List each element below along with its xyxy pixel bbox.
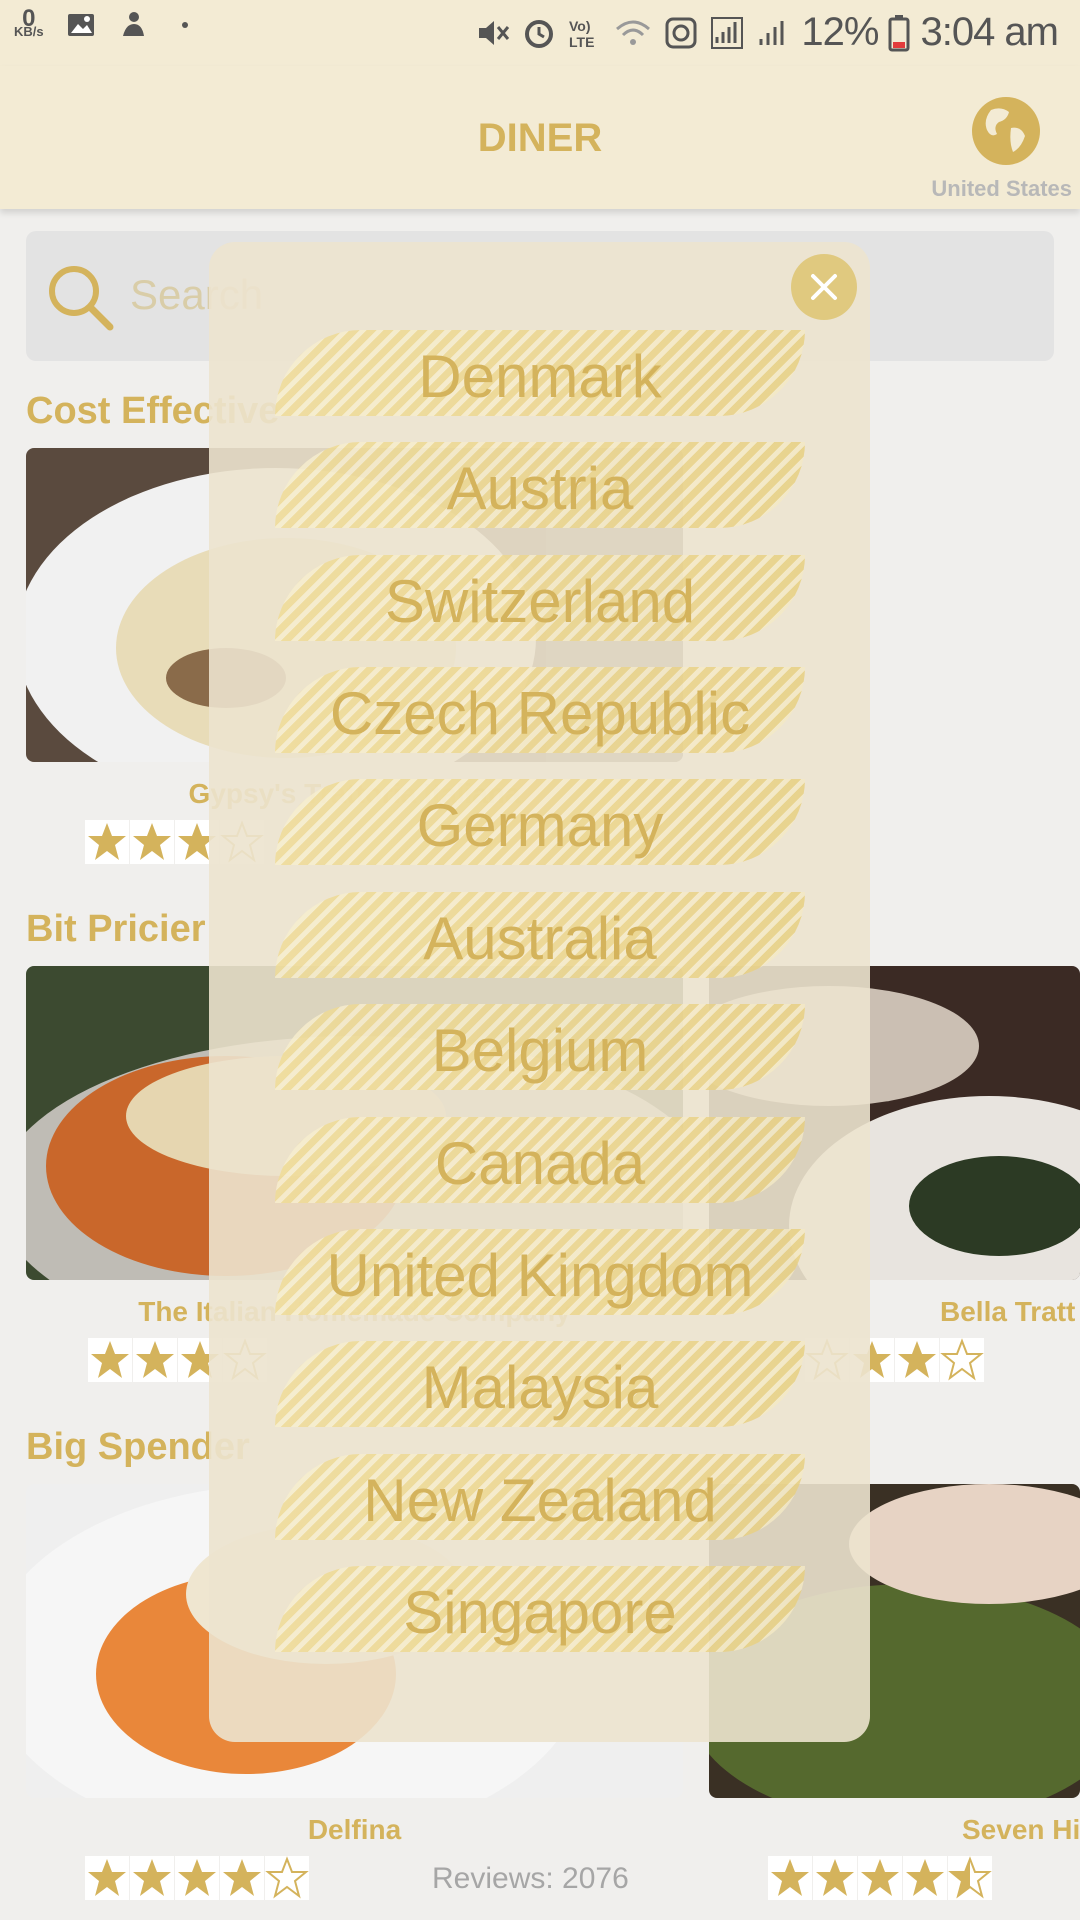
clock: 3:04 am bbox=[920, 10, 1059, 54]
alarm-icon bbox=[525, 19, 554, 48]
country-option-united-kingdom[interactable]: United Kingdom bbox=[275, 1229, 805, 1315]
mute-icon bbox=[479, 20, 510, 45]
globe-icon[interactable] bbox=[971, 96, 1041, 166]
country-label: Germany bbox=[416, 792, 664, 859]
svg-text:Vo): Vo) bbox=[569, 18, 591, 34]
country-label: Czech Republic bbox=[329, 680, 751, 747]
app-header: DINER United States bbox=[0, 66, 1080, 209]
network-speed-unit: KB/s bbox=[14, 24, 44, 39]
close-icon bbox=[811, 274, 837, 300]
region-label[interactable]: United States bbox=[931, 176, 1072, 202]
country-label: Austria bbox=[446, 455, 634, 522]
status-left: 0 KB/s bbox=[14, 7, 200, 40]
country-option-canada[interactable]: Canada bbox=[275, 1117, 805, 1203]
country-label: Malaysia bbox=[421, 1354, 659, 1421]
country-option-singapore[interactable]: Singapore bbox=[275, 1566, 805, 1652]
app-icon bbox=[122, 12, 144, 36]
country-label: New Zealand bbox=[363, 1467, 717, 1534]
country-option-switzerland[interactable]: Switzerland bbox=[275, 555, 805, 641]
app-title: DINER bbox=[477, 116, 603, 160]
country-option-germany[interactable]: Germany bbox=[275, 779, 805, 865]
svg-text:LTE: LTE bbox=[569, 34, 594, 50]
image-icon bbox=[67, 14, 94, 36]
country-label: Singapore bbox=[403, 1579, 677, 1646]
data-saver-icon bbox=[665, 17, 697, 48]
country-option-austria[interactable]: Austria bbox=[275, 442, 805, 528]
volte-icon: Vo)LTE bbox=[569, 18, 594, 50]
country-option-denmark[interactable]: Denmark bbox=[275, 330, 805, 416]
close-button[interactable] bbox=[791, 254, 857, 320]
signal-2-icon bbox=[759, 20, 784, 45]
dot-icon bbox=[181, 22, 188, 28]
country-label: United Kingdom bbox=[326, 1242, 754, 1309]
battery-icon bbox=[888, 14, 910, 51]
country-label: Denmark bbox=[418, 343, 662, 410]
country-label: Canada bbox=[434, 1130, 646, 1197]
country-picker-dialog: Denmark Austria Switzerland Czech Republ… bbox=[209, 242, 870, 1742]
battery-percent: 12% bbox=[801, 10, 879, 54]
status-right: Vo) LTE 12% 3:04 am bbox=[475, 10, 1059, 55]
wifi-icon bbox=[616, 20, 651, 45]
country-label: Switzerland bbox=[384, 568, 696, 635]
country-option-new-zealand[interactable]: New Zealand bbox=[275, 1454, 805, 1540]
status-bar: 0 KB/s Vo) LTE 12% 3:04 am bbox=[0, 0, 1080, 66]
country-label: Belgium bbox=[431, 1017, 649, 1084]
country-option-belgium[interactable]: Belgium bbox=[275, 1004, 805, 1090]
country-option-czech-republic[interactable]: Czech Republic bbox=[275, 667, 805, 753]
network-speed: 0 KB/s bbox=[14, 7, 44, 39]
country-option-australia[interactable]: Australia bbox=[275, 892, 805, 978]
country-label: Australia bbox=[423, 905, 657, 972]
country-option-malaysia[interactable]: Malaysia bbox=[275, 1341, 805, 1427]
signal-icon bbox=[711, 16, 744, 49]
